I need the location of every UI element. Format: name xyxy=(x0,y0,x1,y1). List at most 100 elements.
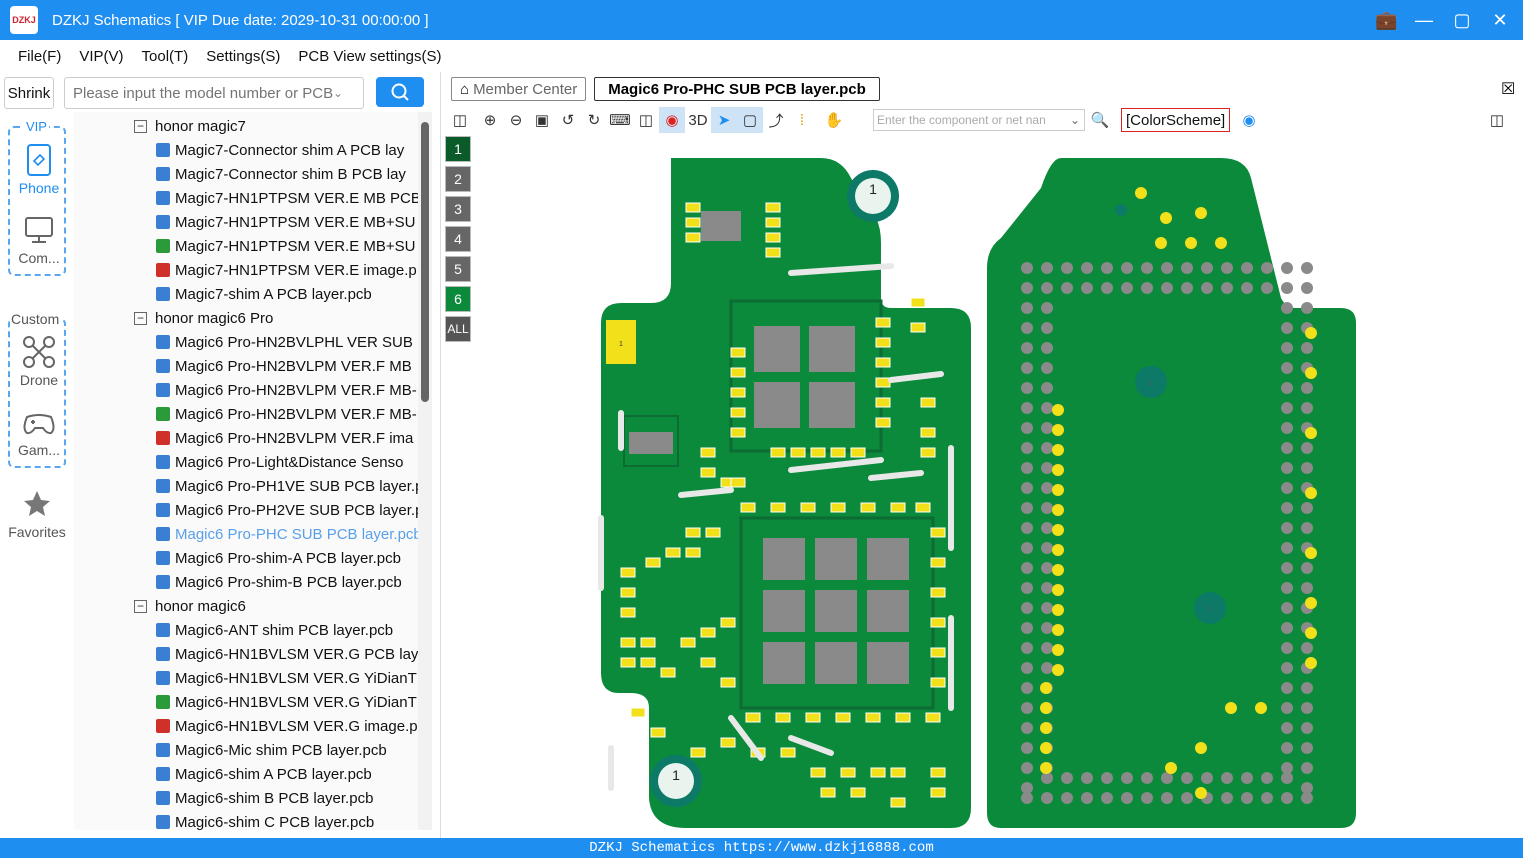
model-search[interactable]: ⌄ xyxy=(64,77,364,109)
tree-item-label: Magic7-shim A PCB layer.pcb xyxy=(175,285,372,303)
hand-icon[interactable]: ✋ xyxy=(821,107,847,133)
smd-pad xyxy=(930,527,946,538)
highlight-icon[interactable]: ◉ xyxy=(659,107,685,133)
tree-file-item[interactable]: Magic6 Pro-shim-B PCB layer.pcb xyxy=(74,570,402,594)
smd-pad xyxy=(720,737,736,748)
layer-4-button[interactable]: 4 xyxy=(445,226,471,252)
arrow-icon[interactable]: ➤ xyxy=(711,107,737,133)
tree-file-item[interactable]: Magic6-ANT shim PCB layer.pcb xyxy=(74,618,393,642)
menu-file[interactable]: File(F) xyxy=(18,48,61,65)
collapse-icon[interactable]: − xyxy=(134,119,147,133)
tree-file-item[interactable]: Magic6-shim A PCB layer.pcb xyxy=(74,762,372,786)
minimize-button[interactable]: — xyxy=(1413,10,1435,31)
tab-active-file[interactable]: Magic6 Pro-PHC SUB PCB layer.pcb xyxy=(594,77,880,101)
tree-file-item[interactable]: Magic6-HN1BVLSM VER.G PCB lay xyxy=(74,642,418,666)
select-icon[interactable]: ▢ xyxy=(737,107,763,133)
tree-file-item[interactable]: Magic6-HN1BVLSM VER.G YiDianT xyxy=(74,666,417,690)
panel-toggle-icon[interactable]: ◫ xyxy=(1484,107,1510,133)
tree-group[interactable]: − honor magic7 xyxy=(74,114,246,138)
tree-file-item[interactable]: Magic6-Mic shim PCB layer.pcb xyxy=(74,738,387,762)
fit-screen-icon[interactable]: ▣ xyxy=(529,107,555,133)
scrollbar-thumb[interactable] xyxy=(421,122,429,402)
tree-file-item[interactable]: Magic6-HN1BVLSM VER.G image.p xyxy=(74,714,418,738)
search-button[interactable] xyxy=(376,77,424,107)
measure-icon[interactable]: ⤴ xyxy=(763,107,789,133)
layer-2-button[interactable]: 2 xyxy=(445,166,471,192)
bga-pad xyxy=(1021,642,1033,654)
split-view-icon[interactable]: ◫ xyxy=(447,107,473,133)
tree-item-label: Magic6 Pro-HN2BVLPHL VER SUB xyxy=(175,333,413,351)
pads-icon[interactable]: ⁞ xyxy=(789,107,815,133)
tree-file-item[interactable]: Magic7-HN1PTPSM VER.E MB+SU xyxy=(74,210,415,234)
tree-file-item[interactable]: Magic6 Pro-HN2BVLPM VER.F MB- xyxy=(74,378,417,402)
search-icon[interactable]: 🔍 xyxy=(1087,107,1113,133)
chevron-down-icon[interactable]: ⌄ xyxy=(1070,113,1080,127)
tree-file-item[interactable]: Magic7-HN1PTPSM VER.E MB+SU xyxy=(74,234,415,258)
briefcase-icon[interactable]: 💼 xyxy=(1375,10,1397,31)
tree-file-item[interactable]: Magic6 Pro-HN2BVLPHL VER SUB xyxy=(74,330,413,354)
bga-pad xyxy=(1195,787,1207,799)
category-drone[interactable]: Drone xyxy=(10,334,68,388)
tree-file-item[interactable]: Magic7-Connector shim B PCB lay xyxy=(74,162,406,186)
menu-pcb-view-settings[interactable]: PCB View settings(S) xyxy=(298,48,441,65)
layer-6-button[interactable]: 6 xyxy=(445,286,471,312)
category-computer[interactable]: Com... xyxy=(10,212,68,266)
eye-icon[interactable]: ◉ xyxy=(1236,107,1262,133)
category-favorites[interactable]: Favorites xyxy=(8,486,66,540)
tree-file-item[interactable]: Magic7-shim A PCB layer.pcb xyxy=(74,282,372,306)
category-game[interactable]: Gam... xyxy=(10,404,68,458)
zoom-in-icon[interactable]: ⊕ xyxy=(477,107,503,133)
tab-member-center[interactable]: ⌂ Member Center xyxy=(451,77,587,101)
tree-group[interactable]: − honor magic6 xyxy=(74,594,246,618)
menu-vip[interactable]: VIP(V) xyxy=(79,48,123,65)
tree-item-label: Magic7-HN1PTPSM VER.E MB+SU xyxy=(175,213,416,231)
tree-file-item[interactable]: Magic7-HN1PTPSM VER.E image.p xyxy=(74,258,417,282)
tree-file-item[interactable]: Magic6 Pro-PHC SUB PCB layer.pcb xyxy=(74,522,418,546)
rotate-left-icon[interactable]: ↺ xyxy=(555,107,581,133)
bga-pad xyxy=(1221,772,1233,784)
tree-scrollbar[interactable] xyxy=(418,112,432,830)
rotate-right-icon[interactable]: ↻ xyxy=(581,107,607,133)
pcb-file-icon xyxy=(156,743,170,757)
tree-file-item[interactable]: Magic6 Pro-Light&Distance Senso xyxy=(74,450,403,474)
tree-file-item[interactable]: Magic6-HN1BVLSM VER.G YiDianT xyxy=(74,690,417,714)
tree-file-item[interactable]: Magic6 Pro-HN2BVLPM VER.F MB xyxy=(74,354,412,378)
tree-file-item[interactable]: Magic6-shim B PCB layer.pcb xyxy=(74,786,373,810)
mirror-icon[interactable]: ◫ xyxy=(633,107,659,133)
chevron-down-icon[interactable]: ⌄ xyxy=(333,86,343,100)
tree-file-item[interactable]: Magic7-Connector shim A PCB lay xyxy=(74,138,404,162)
collapse-icon[interactable]: − xyxy=(134,599,147,613)
bga-pad xyxy=(1052,484,1064,496)
color-scheme-button[interactable]: [ColorScheme] xyxy=(1121,108,1231,132)
paint-icon[interactable]: ⌨ xyxy=(607,107,633,133)
custom-label: Custom xyxy=(10,311,61,327)
layer-3-button[interactable]: 3 xyxy=(445,196,471,222)
model-search-input[interactable] xyxy=(73,84,333,102)
tree-group[interactable]: − honor magic6 Pro xyxy=(74,306,273,330)
bga-pad xyxy=(1052,624,1064,636)
component-search-input[interactable]: Enter the component or net nan ⌄ xyxy=(873,109,1085,131)
three-d-toggle[interactable]: 3D xyxy=(685,107,711,133)
close-button[interactable]: ✕ xyxy=(1489,10,1511,31)
close-tab-icon[interactable]: ☒ xyxy=(1493,77,1515,101)
bga-pad xyxy=(1041,302,1053,314)
maximize-button[interactable]: ▢ xyxy=(1451,10,1473,31)
zoom-out-icon[interactable]: ⊖ xyxy=(503,107,529,133)
layer-1-button[interactable]: 1 xyxy=(445,136,471,162)
tree-file-item[interactable]: Magic6 Pro-shim-A PCB layer.pcb xyxy=(74,546,401,570)
pcb-canvas[interactable]: 1 1 1 1 1 xyxy=(591,148,1371,838)
tree-file-item[interactable]: Magic7-HN1PTPSM VER.E MB PCB xyxy=(74,186,418,210)
category-phone[interactable]: Phone xyxy=(10,142,68,196)
shrink-button[interactable]: Shrink xyxy=(4,77,54,109)
menu-settings[interactable]: Settings(S) xyxy=(206,48,280,65)
tree-file-item[interactable]: Magic6 Pro-HN2BVLPM VER.F ima xyxy=(74,426,413,450)
menu-tool[interactable]: Tool(T) xyxy=(142,48,189,65)
layer-5-button[interactable]: 5 xyxy=(445,256,471,282)
layer-all-button[interactable]: ALL xyxy=(445,316,471,342)
tree-file-item[interactable]: Magic6-shim C PCB layer.pcb xyxy=(74,810,374,830)
tree-file-item[interactable]: Magic6 Pro-HN2BVLPM VER.F MB- xyxy=(74,402,417,426)
tree-file-item[interactable]: Magic6 Pro-PH1VE SUB PCB layer.p xyxy=(74,474,418,498)
bga-pad xyxy=(1301,262,1313,274)
tree-file-item[interactable]: Magic6 Pro-PH2VE SUB PCB layer.p xyxy=(74,498,418,522)
collapse-icon[interactable]: − xyxy=(134,311,147,325)
